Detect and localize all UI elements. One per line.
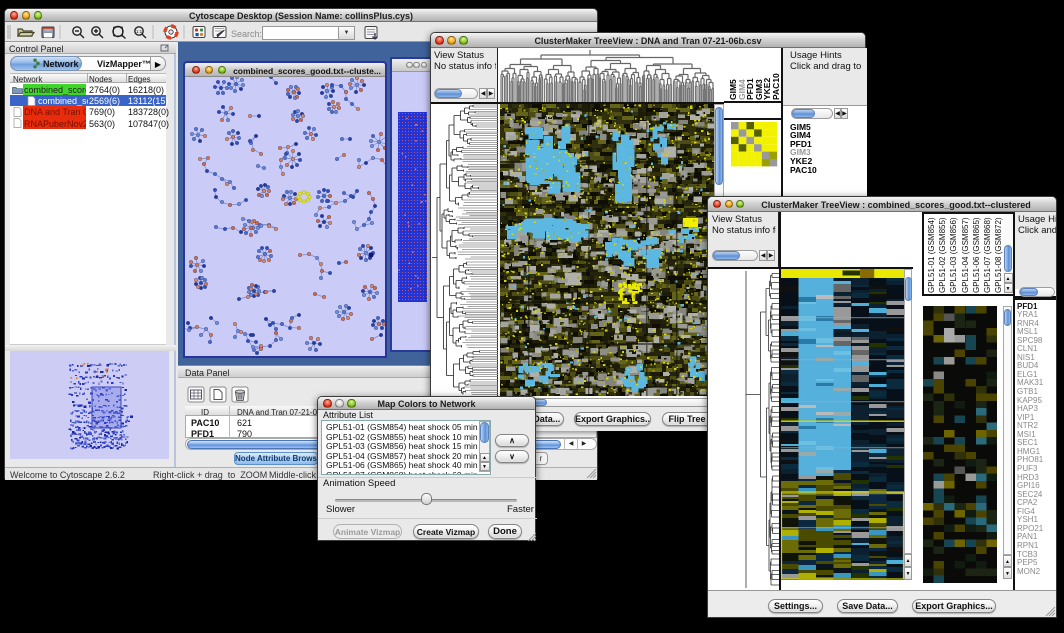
svg-text:1:1: 1:1 — [136, 29, 143, 34]
